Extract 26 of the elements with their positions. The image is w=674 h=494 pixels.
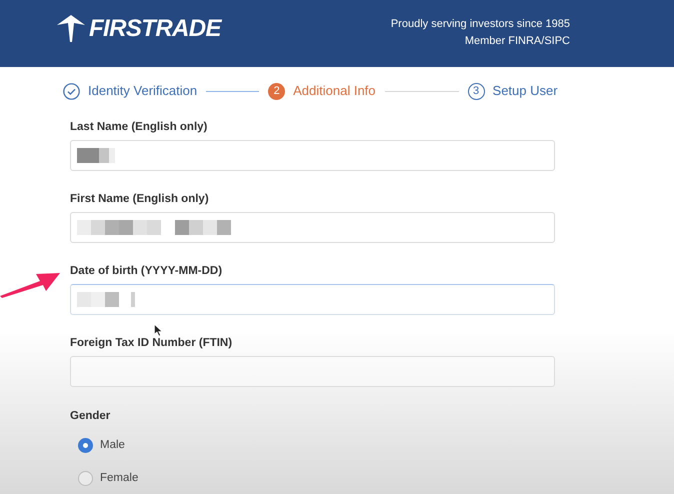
step-number: 2 [268,82,286,100]
mouse-cursor-icon [154,324,163,337]
membership-text: Member FINRA/SIPC [464,34,570,49]
field-label: Foreign Tax ID Number (FTIN) [70,336,234,350]
step-label: Setup User [492,82,558,100]
field-label: Gender [70,409,112,423]
field-label: Last Name (English only) [70,120,208,134]
redaction-drawing [77,148,115,163]
input-field[interactable] [70,212,555,243]
input-field[interactable] [70,284,555,315]
arrow-logo-icon [57,15,85,42]
step-number: 3 [468,82,485,100]
radio-option[interactable]: Female [78,470,555,488]
radio-button[interactable] [78,438,93,454]
input-field[interactable] [70,356,555,387]
radio-option[interactable]: Male [78,437,555,454]
step-label: Identity Verification [88,82,198,100]
pointer-arrow [0,270,62,298]
brand-logo[interactable]: FIRSTRADE [89,16,221,40]
radio-button[interactable] [78,471,93,486]
step-label: Additional Info [293,82,376,100]
redaction-drawing [77,292,135,307]
input-field[interactable] [70,140,555,171]
field-label: Date of birth (YYYY-MM-DD) [70,264,224,278]
field-label: First Name (English only) [70,192,210,206]
tagline: Proudly serving investors since 1985 [390,17,570,32]
